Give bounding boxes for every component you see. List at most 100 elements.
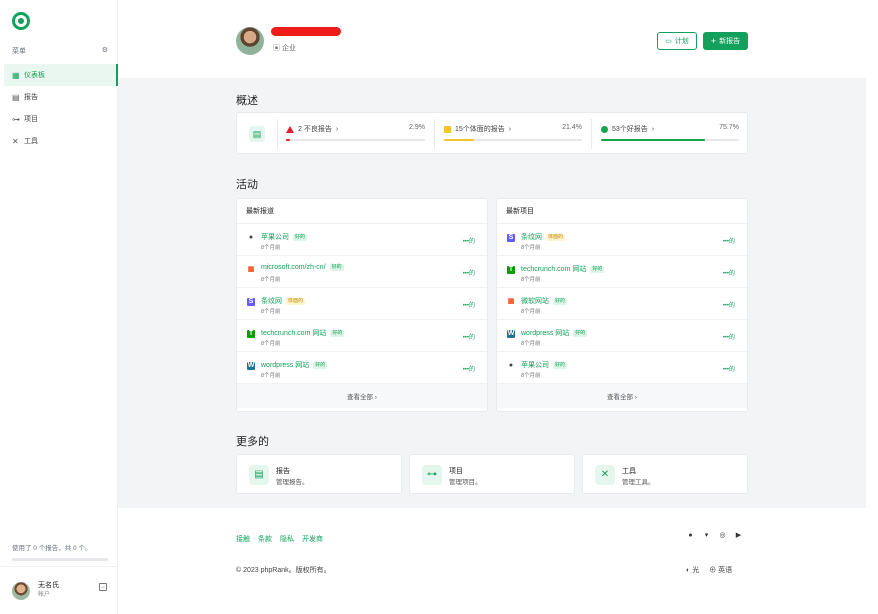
tools-icon: ✕ xyxy=(595,465,615,485)
timestamp: 8个月前 xyxy=(261,341,281,347)
account-role: 帐户 xyxy=(38,592,51,599)
more-button[interactable]: •••的 xyxy=(463,236,475,245)
language-select[interactable]: ⊕ 英语 xyxy=(709,565,732,575)
sidebar-item-tools[interactable]: ✕ 工具 xyxy=(4,130,118,152)
timestamp: 8个月前 xyxy=(261,277,281,283)
sidebar-item-projects[interactable]: ⊶ 项目 xyxy=(4,108,118,130)
list-item: ● 苹果公司 好的 8个月前 •••的 xyxy=(237,224,487,256)
status-badge: 好的 xyxy=(313,361,328,369)
recent-reports-card: 最新报道 ● 苹果公司 好的 8个月前 •••的 ▦ microsoft.com/zh-cn… xyxy=(236,198,488,412)
calendar-icon: ▭ xyxy=(665,38,672,45)
status-badge: 好的 xyxy=(573,329,588,337)
report-icon: ▤ xyxy=(249,126,265,142)
footer-settings: ◐ 光 ⊕ 英语 xyxy=(686,565,732,575)
settings-icon[interactable]: ⚙ xyxy=(102,46,108,56)
usage-text: 使用了 0 个报告，共 0 个。 xyxy=(12,545,92,552)
dot-icon xyxy=(601,125,608,133)
item-link[interactable]: techcrunch.com 网站 好的 xyxy=(521,264,605,274)
recent-projects-card: 最新项目 S 条纹网 体面的 8个月前 •••的 Ttechcrunch.com 网站 好的… xyxy=(496,198,748,412)
timestamp: 8个月前 xyxy=(261,309,281,315)
facebook-icon[interactable]: ● xyxy=(686,531,695,540)
more-button[interactable]: •••的 xyxy=(723,268,735,277)
org-label: ▣ 企业 xyxy=(273,45,296,52)
status-badge: 好的 xyxy=(330,329,345,337)
logo[interactable] xyxy=(12,12,30,30)
status-badge: 好的 xyxy=(553,297,568,305)
item-link[interactable]: wordpress 网站 好的 xyxy=(521,328,588,338)
avatar xyxy=(12,581,30,600)
content-area: 概述 ▤ 2 不良报告 › 2.9% 15个体面的报告 › 21.4% 53个好报告… xyxy=(118,78,866,508)
more-button[interactable]: •••的 xyxy=(723,364,735,373)
list-item: Wwordpress 网站 好的 8个月前 •••的 xyxy=(497,320,747,352)
menu-label: 菜单 xyxy=(12,48,26,55)
more-button[interactable]: •••的 xyxy=(463,332,475,341)
plan-button[interactable]: ▭ 计划 xyxy=(657,32,697,50)
apple-icon: ● xyxy=(508,362,514,369)
view-all-link[interactable]: 查看全部 › xyxy=(237,384,487,408)
stripe-icon: S xyxy=(247,298,255,306)
account-panel[interactable]: 无名氏 帐户 → xyxy=(0,566,118,614)
more-button[interactable]: •••的 xyxy=(723,300,735,309)
more-button[interactable]: •••的 xyxy=(723,236,735,245)
sidebar-item-reports[interactable]: ▤ 报告 xyxy=(4,86,118,108)
stat-good[interactable]: 53个好报告 › 75.7% xyxy=(601,124,739,144)
list-item: S 条纹网 体面的 8个月前 •••的 xyxy=(237,288,487,320)
microsoft-icon: ▦ xyxy=(247,266,255,273)
stat-decent[interactable]: 15个体面的报告 › 21.4% xyxy=(444,124,582,144)
more-button[interactable]: •••的 xyxy=(463,268,475,277)
social-links: ● ▾ ◎ ▶ xyxy=(686,531,743,540)
card-heading: 最新报道 xyxy=(237,199,487,224)
list-item: S 条纹网 体面的 8个月前 •••的 xyxy=(497,224,747,256)
list-item: Ttechcrunch.com 网站 好的 8个月前 •••的 xyxy=(237,320,487,352)
project-icon: ⊶ xyxy=(12,114,20,124)
report-icon: ▤ xyxy=(249,465,269,485)
project-icon: ⊶ xyxy=(422,465,442,485)
item-link[interactable]: 苹果公司 好的 xyxy=(521,360,568,370)
item-link[interactable]: 微软网站 好的 xyxy=(521,296,568,306)
instagram-icon[interactable]: ◎ xyxy=(718,531,727,540)
theme-toggle[interactable]: ◐ 光 xyxy=(686,565,699,575)
main: ▣ 企业 ▭ 计划 + 新报告 概述 ▤ 2 不良报告 › 2.9% 15个体面的… xyxy=(118,0,878,614)
progress-fill xyxy=(286,139,291,141)
more-card-projects[interactable]: ⊶ 项目 管理项目。 xyxy=(409,454,575,494)
view-all-link[interactable]: 查看全部 › xyxy=(497,384,747,408)
card-heading: 最新项目 xyxy=(497,199,747,224)
usage-bar xyxy=(12,558,108,561)
youtube-icon[interactable]: ▶ xyxy=(734,531,743,540)
item-link[interactable]: microsoft.com/zh-cn/好的 xyxy=(261,264,344,271)
more-card-reports[interactable]: ▤ 报告 管理报告。 xyxy=(236,454,402,494)
status-badge: 好的 xyxy=(590,265,605,273)
more-card-tools[interactable]: ✕ 工具 管理工具。 xyxy=(582,454,748,494)
more-button[interactable]: •••的 xyxy=(463,300,475,309)
more-button[interactable]: •••的 xyxy=(463,364,475,373)
profile-avatar xyxy=(236,27,264,55)
new-report-button[interactable]: + 新报告 xyxy=(703,32,748,50)
progress-fill xyxy=(444,139,474,141)
techcrunch-icon: T xyxy=(507,266,515,274)
contrast-icon: ◐ xyxy=(686,567,691,574)
status-badge: 体面的 xyxy=(286,297,306,305)
footer-link-contact[interactable]: 接触 xyxy=(236,534,250,544)
footer-link-developers[interactable]: 开发商 xyxy=(302,534,323,544)
stat-percent: 21.4% xyxy=(562,124,582,131)
more-button[interactable]: •••的 xyxy=(723,332,735,341)
footer-link-privacy[interactable]: 隐私 xyxy=(280,534,294,544)
list-item: Ttechcrunch.com 网站 好的 8个月前 •••的 xyxy=(497,256,747,288)
sidebar-item-dashboard[interactable]: ▦ 仪表板 xyxy=(4,64,118,86)
redacted-name xyxy=(271,27,341,36)
item-link[interactable]: wordpress 网站 好的 xyxy=(261,360,328,370)
activity-title: 活动 xyxy=(236,179,258,191)
logout-icon[interactable]: → xyxy=(99,583,107,591)
usage-info: 使用了 0 个报告，共 0 个。 xyxy=(12,542,108,561)
item-link[interactable]: 条纹网 体面的 xyxy=(261,296,306,306)
stat-bad[interactable]: 2 不良报告 › 2.9% xyxy=(286,124,425,144)
overview-card: ▤ 2 不良报告 › 2.9% 15个体面的报告 › 21.4% 53个好报告 › 7… xyxy=(236,112,748,154)
twitter-icon[interactable]: ▾ xyxy=(702,531,711,540)
table-icon: ▤ xyxy=(12,92,20,102)
item-link[interactable]: 条纹网 体面的 xyxy=(521,232,566,242)
item-link[interactable]: 苹果公司 好的 xyxy=(261,232,308,242)
footer-link-terms[interactable]: 条款 xyxy=(258,534,272,544)
item-link[interactable]: techcrunch.com 网站 好的 xyxy=(261,328,345,338)
account-name: 无名氏 xyxy=(38,582,59,590)
menu-header: 菜单 ⚙ xyxy=(12,46,108,56)
